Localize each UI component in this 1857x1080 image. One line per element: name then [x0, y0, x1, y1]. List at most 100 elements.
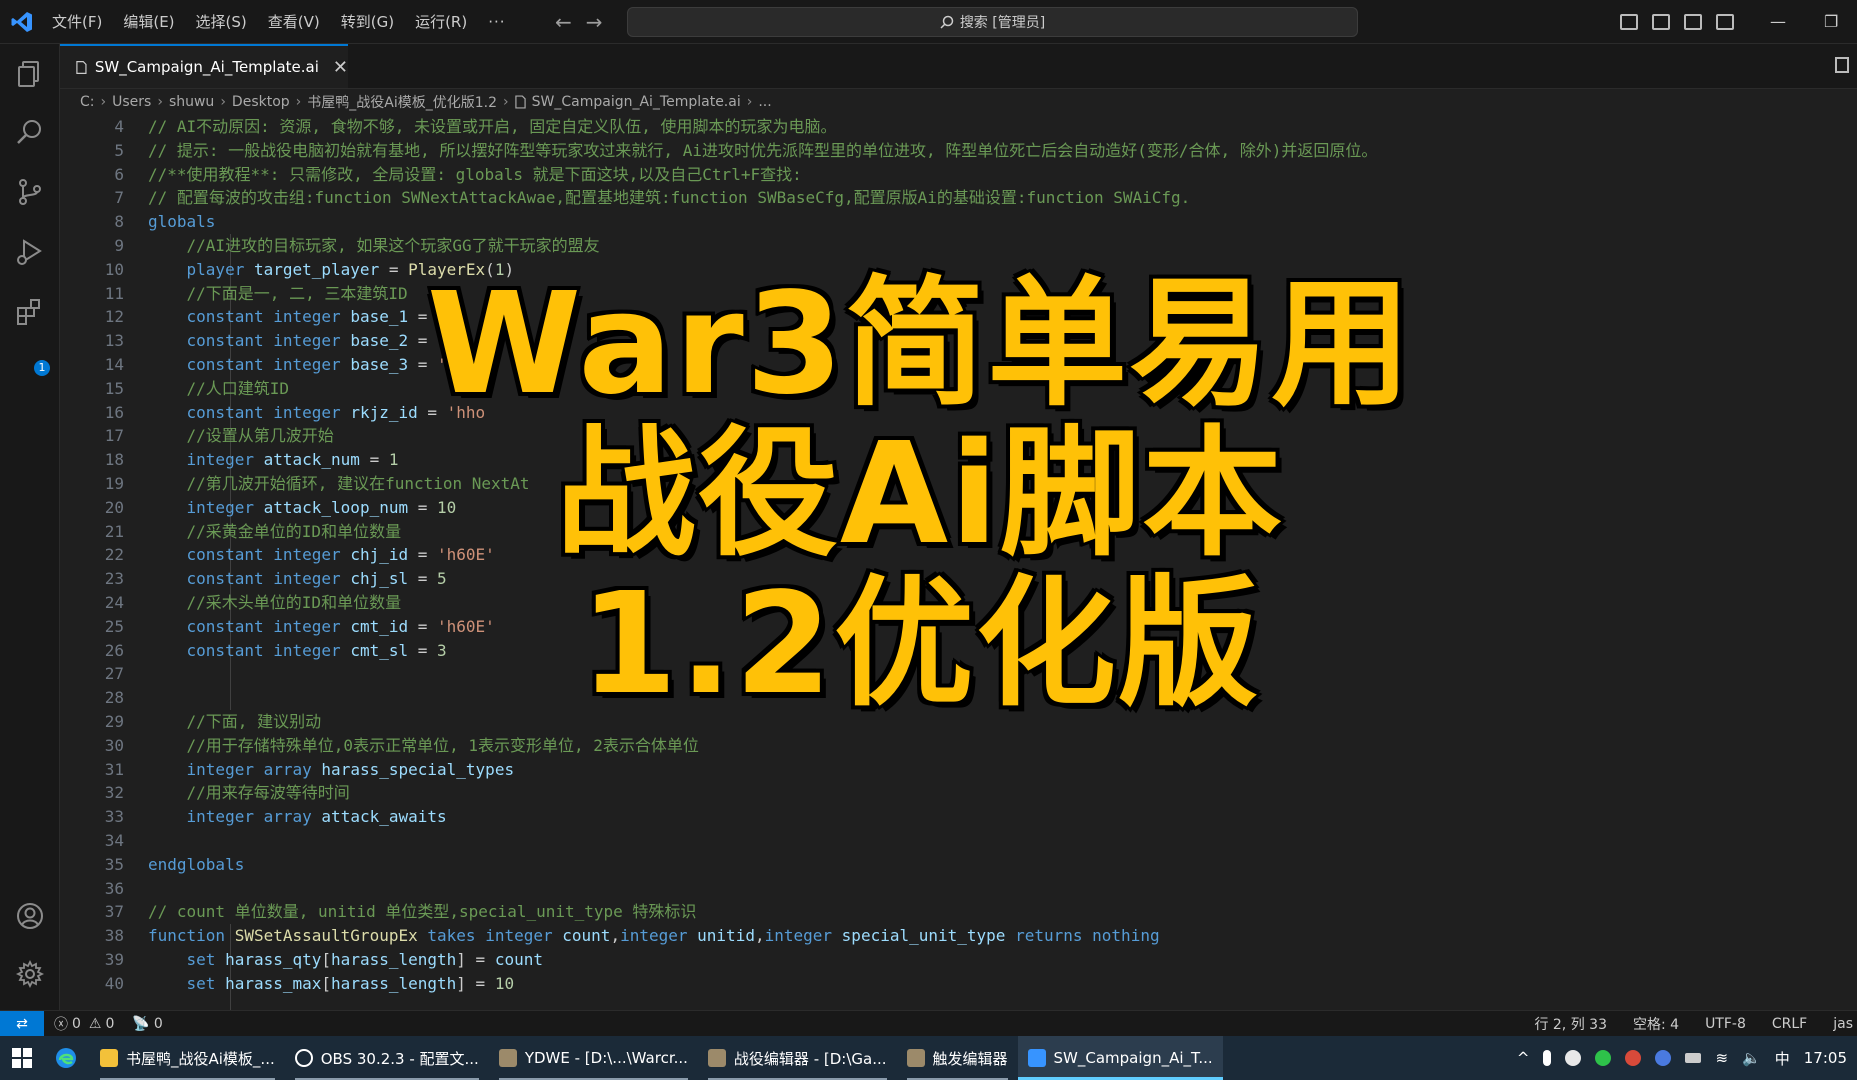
taskbar-item-vscode[interactable]: SW_Campaign_Ai_T...: [1017, 1036, 1223, 1080]
code-line[interactable]: globals: [148, 210, 1838, 234]
search-view-icon[interactable]: [14, 116, 46, 148]
close-icon[interactable]: ✕: [333, 57, 348, 78]
code-line[interactable]: // 配置每波的攻击组:function SWNextAttackAwae,配置…: [148, 186, 1838, 210]
wechat-icon[interactable]: [1595, 1050, 1612, 1066]
back-arrow-icon[interactable]: ←: [555, 10, 572, 34]
menu-view[interactable]: 查看(V): [268, 11, 320, 32]
code-line[interactable]: [148, 877, 1838, 901]
microphone-icon[interactable]: [1543, 1050, 1552, 1066]
breadcrumb-drive[interactable]: C:: [80, 94, 95, 110]
code-line[interactable]: constant integer base_2 = 'h: [148, 329, 1838, 353]
problems-indicator[interactable]: ⓧ 0 ⚠ 0 📡 0: [54, 1014, 163, 1034]
edge-icon[interactable]: [44, 1036, 90, 1080]
code-line[interactable]: constant integer chj_sl = 5: [148, 567, 1838, 591]
forward-arrow-icon[interactable]: →: [586, 10, 603, 34]
customize-layout-icon[interactable]: [1620, 13, 1638, 30]
source-control-icon[interactable]: [14, 176, 46, 208]
shield-icon[interactable]: [1655, 1050, 1672, 1066]
volume-icon[interactable]: 🔈: [1742, 1049, 1761, 1067]
code-line[interactable]: // 提示: 一般战役电脑初始就有基地, 所以摆好阵型等玩家攻过来就行, Ai进…: [148, 139, 1838, 163]
code-line[interactable]: function SWSetAssaultGroupEx takes integ…: [148, 924, 1838, 948]
menu-more[interactable]: ···: [488, 13, 505, 31]
language-mode[interactable]: jas: [1833, 1016, 1853, 1032]
minimize-icon[interactable]: —: [1770, 12, 1786, 31]
taskbar-item-obs[interactable]: OBS 30.2.3 - 配置文...: [285, 1036, 489, 1080]
code-line[interactable]: // count 单位数量, unitid 单位类型,special_unit_…: [148, 900, 1838, 924]
code-line[interactable]: //下面是一, 二, 三本建筑ID: [148, 282, 1838, 306]
menu-edit[interactable]: 编辑(E): [123, 11, 174, 32]
breadcrumb-folder[interactable]: 书屋鸭_战役Ai模板_优化版1.2: [307, 92, 497, 112]
explorer-icon[interactable]: [14, 58, 46, 90]
tray-game-icon[interactable]: [1625, 1050, 1642, 1066]
tray-app-icon[interactable]: [1565, 1050, 1582, 1066]
breadcrumb-file[interactable]: SW_Campaign_Ai_Template.ai: [532, 94, 741, 110]
accounts-icon[interactable]: [14, 900, 46, 932]
command-center-search[interactable]: 搜索 [管理员]: [627, 7, 1358, 37]
code-line[interactable]: constant integer base_1 = 'h: [148, 305, 1838, 329]
taskbar-item-campaign-editor[interactable]: 战役编辑器 - [D:\Ga...: [698, 1036, 897, 1080]
code-line[interactable]: //下面, 建议别动: [148, 710, 1838, 734]
code-line[interactable]: [148, 686, 1838, 710]
end-of-line[interactable]: CRLF: [1772, 1016, 1807, 1032]
toggle-panel-icon[interactable]: [1684, 13, 1702, 30]
code-line[interactable]: // AI不动原因: 资源, 食物不够, 未设置或开启, 固定自定义队伍, 使用…: [148, 115, 1838, 139]
code-line[interactable]: //第几波开始循环, 建议在function NextAt: [148, 472, 1838, 496]
menu-go[interactable]: 转到(G): [341, 11, 394, 32]
chevron-up-icon[interactable]: ^: [1517, 1049, 1530, 1067]
battery-icon[interactable]: [1685, 1053, 1702, 1063]
code-editor[interactable]: 4 5 6 7 8 9 10 11 12 13 14 15 16 17 18 19 20 21 22 23 24 25 26…: [60, 115, 1857, 1010]
taskbar-item-label: 书屋鸭_战役Ai模板_...: [126, 1049, 275, 1068]
code-line[interactable]: //采黄金单位的ID和单位数量: [148, 520, 1838, 544]
code-line[interactable]: integer array harass_special_types: [148, 758, 1838, 782]
menu-run[interactable]: 运行(R): [415, 11, 467, 32]
toggle-secondary-sidebar-icon[interactable]: [1716, 13, 1734, 30]
extensions-icon[interactable]: [14, 296, 46, 328]
code-line[interactable]: //用于存储特殊单位,0表示正常单位, 1表示变形单位, 2表示合体单位: [148, 734, 1838, 758]
code-line[interactable]: constant integer cmt_sl = 3: [148, 639, 1838, 663]
encoding[interactable]: UTF-8: [1705, 1016, 1746, 1032]
taskbar-item-explorer[interactable]: 书屋鸭_战役Ai模板_...: [90, 1036, 285, 1080]
windows-start-icon[interactable]: [0, 1036, 44, 1080]
menu-file[interactable]: 文件(F): [52, 11, 102, 32]
split-editor-icon[interactable]: [1835, 57, 1849, 73]
remote-indicator-icon[interactable]: ⇄: [0, 1011, 44, 1037]
code-line[interactable]: //人口建筑ID: [148, 377, 1838, 401]
indentation[interactable]: 空格: 4: [1633, 1014, 1679, 1034]
breadcrumb-symbol[interactable]: ...: [758, 94, 771, 110]
restore-icon[interactable]: ❐: [1824, 12, 1838, 31]
breadcrumb-desktop[interactable]: Desktop: [232, 94, 290, 110]
code-token: harass_length: [331, 973, 457, 993]
breadcrumb-user[interactable]: shuwu: [169, 94, 214, 110]
taskbar-item-trigger-editor[interactable]: 触发编辑器: [897, 1036, 1018, 1080]
code-line[interactable]: endglobals: [148, 853, 1838, 877]
code-line[interactable]: [148, 662, 1838, 686]
code-line[interactable]: //采木头单位的ID和单位数量: [148, 591, 1838, 615]
code-line[interactable]: //设置从第几波开始: [148, 424, 1838, 448]
toggle-sidebar-icon[interactable]: [1652, 13, 1670, 30]
settings-gear-icon[interactable]: [14, 958, 46, 990]
menu-selection[interactable]: 选择(S): [196, 11, 247, 32]
taskbar-item-ydwe[interactable]: YDWE - [D:\...\Warcr...: [489, 1036, 698, 1080]
code-line[interactable]: constant integer cmt_id = 'h60E': [148, 615, 1838, 639]
code-line[interactable]: set harass_max[harass_length] = 10: [148, 972, 1838, 996]
breadcrumb-users[interactable]: Users: [112, 94, 151, 110]
code-line[interactable]: constant integer chj_id = 'h60E': [148, 543, 1838, 567]
clock[interactable]: 17:05: [1804, 1049, 1847, 1067]
code-line[interactable]: set harass_qty[harass_length] = count: [148, 948, 1838, 972]
code-line[interactable]: integer attack_num = 1: [148, 448, 1838, 472]
wifi-icon[interactable]: ≋: [1715, 1049, 1728, 1067]
run-debug-icon[interactable]: [14, 236, 46, 268]
ime-indicator[interactable]: 中: [1775, 1048, 1790, 1069]
code-line[interactable]: integer attack_loop_num = 10: [148, 496, 1838, 520]
tab-sw-campaign[interactable]: SW_Campaign_Ai_Template.ai ✕: [60, 44, 348, 88]
code-line[interactable]: constant integer base_3 = 'h: [148, 353, 1838, 377]
code-line[interactable]: integer array attack_awaits: [148, 805, 1838, 829]
code-line[interactable]: //**使用教程**: 只需修改, 全局设置: globals 就是下面这块,以…: [148, 163, 1838, 187]
code-line[interactable]: //用来存每波等待时间: [148, 781, 1838, 805]
code-line[interactable]: constant integer rkjz_id = 'hho: [148, 401, 1838, 425]
code-line[interactable]: //AI进攻的目标玩家, 如果这个玩家GG了就干玩家的盟友: [148, 234, 1838, 258]
cursor-position[interactable]: 行 2, 列 33: [1534, 1014, 1607, 1034]
code-line[interactable]: [148, 829, 1838, 853]
code-content[interactable]: // AI不动原因: 资源, 食物不够, 未设置或开启, 固定自定义队伍, 使用…: [148, 115, 1838, 995]
code-line[interactable]: player target_player = PlayerEx(1): [148, 258, 1838, 282]
